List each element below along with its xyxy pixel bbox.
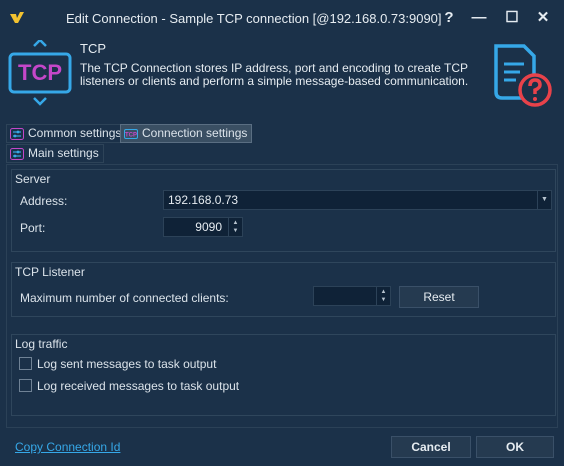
help-button[interactable]: ? — [434, 6, 464, 30]
address-value: 192.168.0.73 — [168, 193, 239, 207]
tcp-icon: TCP — [124, 128, 138, 139]
minimize-button[interactable]: — — [464, 6, 494, 30]
cancel-button[interactable]: Cancel — [391, 436, 471, 458]
settings-sliders-icon — [10, 147, 24, 160]
port-stepper[interactable]: 9090 ▲ ▼ — [163, 217, 243, 237]
listener-group-title: TCP Listener — [15, 265, 85, 279]
header-title: TCP — [80, 41, 106, 56]
tab-common-settings[interactable]: Common settings — [6, 124, 127, 143]
port-value: 9090 — [195, 220, 222, 234]
tcp-logo: TCP — [8, 38, 72, 106]
log-sent-label[interactable]: Log sent messages to task output — [37, 357, 216, 371]
spin-arrows-icon[interactable]: ▲ ▼ — [228, 218, 242, 236]
tab-connection-settings[interactable]: TCP Connection settings — [120, 124, 253, 143]
max-clients-label: Maximum number of connected clients: — [20, 291, 229, 305]
copy-connection-id-link[interactable]: Copy Connection Id — [15, 440, 120, 454]
server-group-title: Server — [15, 172, 51, 186]
tab-label: Connection settings — [142, 126, 248, 140]
ok-button[interactable]: OK — [476, 436, 554, 458]
svg-text:TCP: TCP — [125, 132, 137, 138]
port-label: Port: — [20, 221, 46, 235]
log-sent-checkbox[interactable] — [19, 357, 32, 370]
tab-label: Main settings — [28, 146, 99, 160]
document-help-icon — [494, 44, 552, 107]
log-received-label[interactable]: Log received messages to task output — [37, 379, 239, 393]
log-received-checkbox[interactable] — [19, 379, 32, 392]
settings-sliders-icon — [10, 127, 24, 140]
reset-button[interactable]: Reset — [399, 286, 479, 308]
spin-arrows-icon[interactable]: ▲ ▼ — [376, 287, 390, 305]
server-group: Server — [11, 169, 556, 252]
tab-label: Common settings — [28, 126, 122, 140]
window-title: Edit Connection - Sample TCP connection … — [66, 11, 442, 26]
close-button[interactable]: ✕ — [528, 6, 558, 30]
log-group: Log traffic — [11, 334, 556, 416]
chevron-down-icon[interactable]: ▼ — [537, 191, 551, 209]
header-description: The TCP Connection stores IP address, po… — [80, 61, 469, 88]
app-logo-icon — [10, 12, 24, 23]
tab-main-settings[interactable]: Main settings — [6, 144, 104, 163]
tcp-logo-text: TCP — [18, 60, 62, 85]
max-clients-stepper[interactable]: ▲ ▼ — [313, 286, 391, 306]
address-label: Address: — [20, 194, 68, 208]
address-dropdown[interactable]: 192.168.0.73 ▼ — [163, 190, 552, 210]
log-group-title: Log traffic — [15, 337, 68, 351]
maximize-button[interactable]: ☐ — [497, 6, 527, 30]
